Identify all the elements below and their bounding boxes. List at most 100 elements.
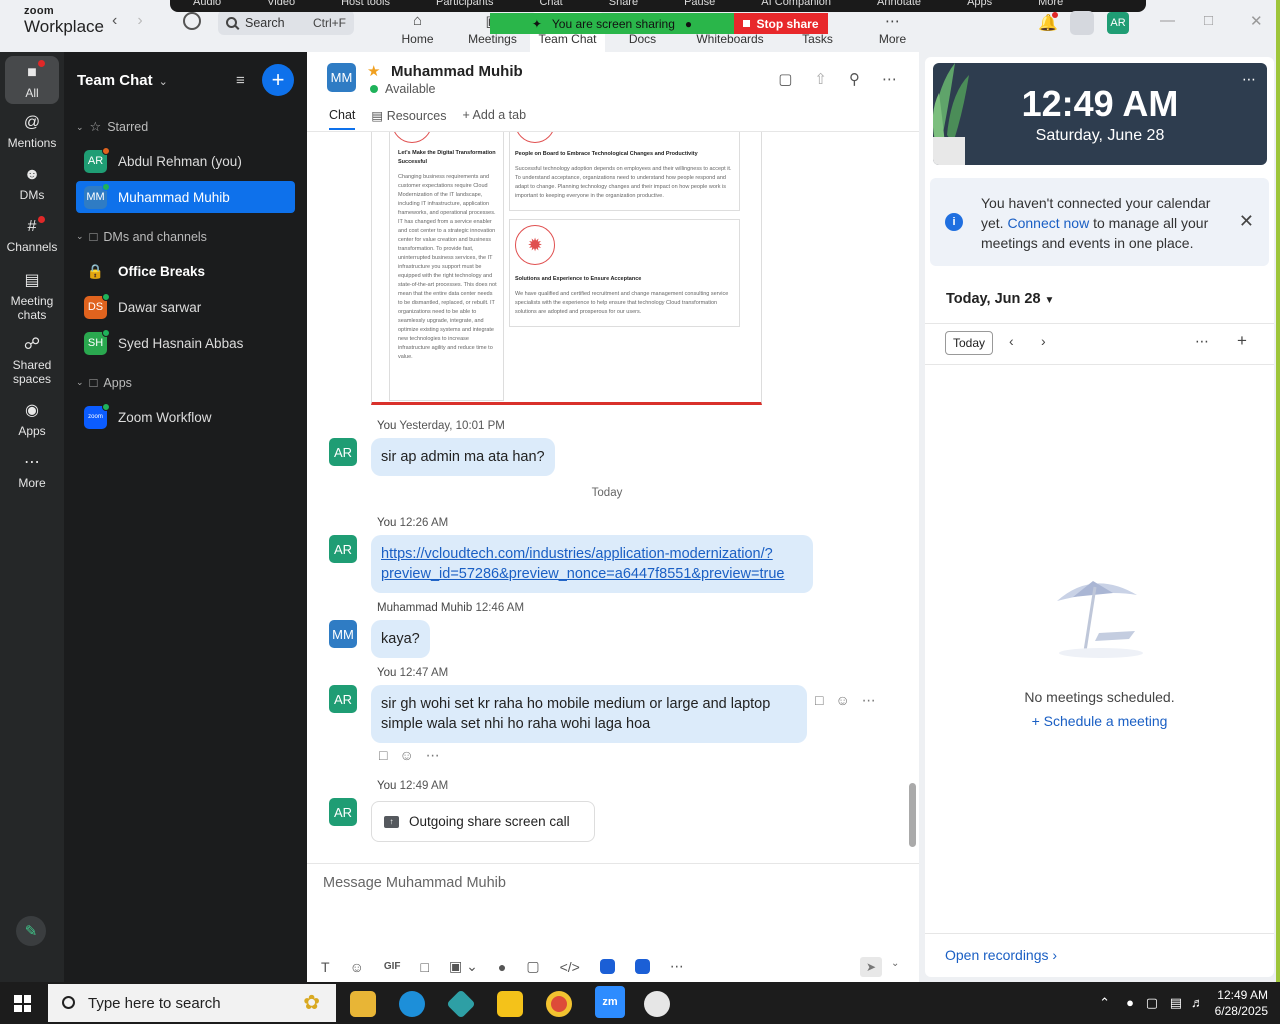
rail-item-channels[interactable]: # Channels xyxy=(5,218,59,254)
more-options-icon[interactable]: ⋯ xyxy=(670,958,684,975)
chevron-left-icon[interactable]: ‹ xyxy=(1009,333,1014,349)
star-icon[interactable]: ★ xyxy=(367,62,380,80)
forward-arrow-icon[interactable]: › xyxy=(137,12,142,30)
contact-avatar[interactable]: MM xyxy=(327,63,356,92)
section-apps[interactable]: ⌄ □ Apps xyxy=(76,375,132,390)
app-shortcut-icon[interactable] xyxy=(599,959,615,974)
tab-chat[interactable]: Chat xyxy=(329,108,356,130)
avatar[interactable]: MM xyxy=(329,620,357,648)
share-toolbar-video[interactable]: Video xyxy=(244,0,318,12)
sidebar-item-dawar-sarwar[interactable]: DS Dawar sarwar xyxy=(76,291,295,323)
zoom-taskbar-icon[interactable]: zm xyxy=(595,986,625,1018)
share-toolbar-ai-companion[interactable]: AI Companion xyxy=(738,0,854,12)
video-message-icon[interactable]: ▢ xyxy=(526,958,539,975)
code-snippet-icon[interactable]: </> xyxy=(560,959,580,975)
app-icon[interactable] xyxy=(446,989,476,1019)
gift-icon[interactable] xyxy=(1070,11,1094,35)
windows-start-icon[interactable] xyxy=(14,995,31,1012)
search-input[interactable]: Search Ctrl+F xyxy=(218,10,354,35)
sidebar-item-office-breaks[interactable]: 🔒 Office Breaks xyxy=(76,255,295,287)
stop-share-button[interactable]: Stop share xyxy=(734,13,828,34)
message-bubble[interactable]: kaya? xyxy=(371,620,430,658)
compose-pencil-icon[interactable]: ✎ xyxy=(16,916,46,946)
video-call-icon[interactable]: ▢ xyxy=(778,70,792,88)
minimize-icon[interactable]: — xyxy=(1160,12,1175,29)
more-options-icon[interactable]: ⋯ xyxy=(1195,333,1209,350)
screenshot-icon[interactable]: ▣ ⌄ xyxy=(449,958,478,975)
filter-icon[interactable]: ≡ xyxy=(236,72,245,89)
open-recordings-link[interactable]: Open recordings › xyxy=(945,947,1057,963)
camera-icon[interactable]: ▢ xyxy=(1146,995,1158,1011)
maximize-icon[interactable]: □ xyxy=(1204,12,1213,29)
section-starred[interactable]: ⌄ ☆ Starred xyxy=(76,119,148,135)
sidebar-title[interactable]: Team Chat ⌄ xyxy=(77,72,168,89)
rail-item-all[interactable]: ■ All xyxy=(5,56,59,104)
message-bubble[interactable]: sir ap admin ma ata han? xyxy=(371,438,555,476)
microphone-icon[interactable]: ● xyxy=(498,959,506,975)
tab-add[interactable]: + Add a tab xyxy=(462,108,526,130)
reply-icon[interactable]: □ xyxy=(815,692,823,709)
today-button[interactable]: Today xyxy=(945,331,993,355)
pin-icon[interactable]: ✦ xyxy=(532,17,542,31)
share-toolbar-share[interactable]: Share xyxy=(586,0,661,12)
chevron-up-icon[interactable]: ⌃ xyxy=(1099,995,1110,1011)
history-icon[interactable] xyxy=(183,12,201,30)
avatar[interactable]: AR xyxy=(329,535,357,563)
contact-name[interactable]: Muhammad Muhib xyxy=(391,63,523,80)
plus-icon[interactable]: + xyxy=(1237,331,1247,351)
rail-item-shared-spaces[interactable]: ☍ Shared spaces xyxy=(5,334,59,386)
date-heading[interactable]: Today, Jun 28 ▼ xyxy=(946,291,1054,307)
sticky-notes-icon[interactable] xyxy=(497,991,523,1017)
share-toolbar-pause[interactable]: Pause xyxy=(661,0,738,12)
more-options-icon[interactable]: ⋯ xyxy=(862,692,876,709)
avatar[interactable]: AR xyxy=(329,438,357,466)
close-icon[interactable]: ✕ xyxy=(1239,211,1254,232)
screenshot-preview-image[interactable]: ✹ Let's Make the Digital Transformation … xyxy=(371,132,762,405)
share-toolbar-annotate[interactable]: Annotate xyxy=(854,0,944,12)
app-icon[interactable] xyxy=(644,991,670,1017)
message-composer[interactable]: Message Muhammad Muhib T ☺ GIF □ ▣ ⌄ ● ▢… xyxy=(307,863,919,982)
emoji-icon[interactable]: ☺ xyxy=(350,959,364,975)
share-toolbar-host-tools[interactable]: Host tools xyxy=(318,0,413,12)
user-avatar[interactable]: AR xyxy=(1107,12,1129,34)
message-list[interactable]: ✹ Let's Make the Digital Transformation … xyxy=(307,132,919,863)
sidebar-item-syed-hasnain-abbas[interactable]: SH Syed Hasnain Abbas xyxy=(76,327,295,359)
schedule-meeting-link[interactable]: + Schedule a meeting xyxy=(925,713,1274,729)
more-options-icon[interactable]: ⋯ xyxy=(426,747,440,764)
back-arrow-icon[interactable]: ‹ xyxy=(112,12,117,30)
avatar[interactable]: AR xyxy=(329,685,357,713)
gif-icon[interactable]: GIF xyxy=(384,961,401,972)
chrome-icon[interactable] xyxy=(546,991,572,1017)
chevron-down-icon[interactable]: ⌄ xyxy=(891,958,899,969)
share-screen-icon[interactable]: ⇧ xyxy=(814,70,827,88)
taskbar-clock[interactable]: 12:49 AM 6/28/2025 xyxy=(1188,987,1268,1019)
share-toolbar-apps[interactable]: Apps xyxy=(944,0,1015,12)
format-text-icon[interactable]: T xyxy=(321,959,330,975)
avatar[interactable]: AR xyxy=(329,798,357,826)
message-link[interactable]: https://vcloudtech.com/industries/applic… xyxy=(381,546,784,582)
emoji-reaction-icon[interactable]: ☺ xyxy=(835,692,849,709)
tab-more[interactable]: ⋯ More xyxy=(855,12,930,52)
more-options-icon[interactable]: ⋯ xyxy=(882,70,897,88)
close-icon[interactable]: ✕ xyxy=(1250,12,1263,30)
share-toolbar-chat[interactable]: Chat xyxy=(516,0,585,12)
file-icon[interactable]: □ xyxy=(421,959,429,975)
share-toolbar-participants[interactable]: Participants xyxy=(413,0,516,12)
send-button[interactable]: ➤ xyxy=(860,957,882,977)
call-card[interactable]: ↑ Outgoing share screen call xyxy=(371,801,595,842)
microphone-icon[interactable]: ● xyxy=(1126,995,1134,1010)
rail-item-more[interactable]: ⋯ More xyxy=(5,452,59,490)
more-options-icon[interactable]: ⋯ xyxy=(1242,71,1257,88)
network-icon[interactable]: ▤ xyxy=(1170,995,1182,1011)
rail-item-mentions[interactable]: @ Mentions xyxy=(5,114,59,150)
tab-resources[interactable]: ▤ Resources xyxy=(371,108,446,130)
message-bubble[interactable]: sir gh wohi set kr raha ho mobile medium… xyxy=(371,685,807,743)
search-icon[interactable]: ⚲ xyxy=(849,70,860,88)
app-shortcut-icon[interactable] xyxy=(634,959,650,974)
sidebar-item-muhammad-muhib[interactable]: MM Muhammad Muhib xyxy=(76,181,295,213)
reply-icon[interactable]: □ xyxy=(379,747,387,764)
edge-browser-icon[interactable] xyxy=(399,991,425,1017)
tab-home[interactable]: ⌂ Home xyxy=(380,12,455,52)
chevron-right-icon[interactable]: › xyxy=(1041,333,1046,349)
section-dms-channels[interactable]: ⌄ □ DMs and channels xyxy=(76,229,207,244)
